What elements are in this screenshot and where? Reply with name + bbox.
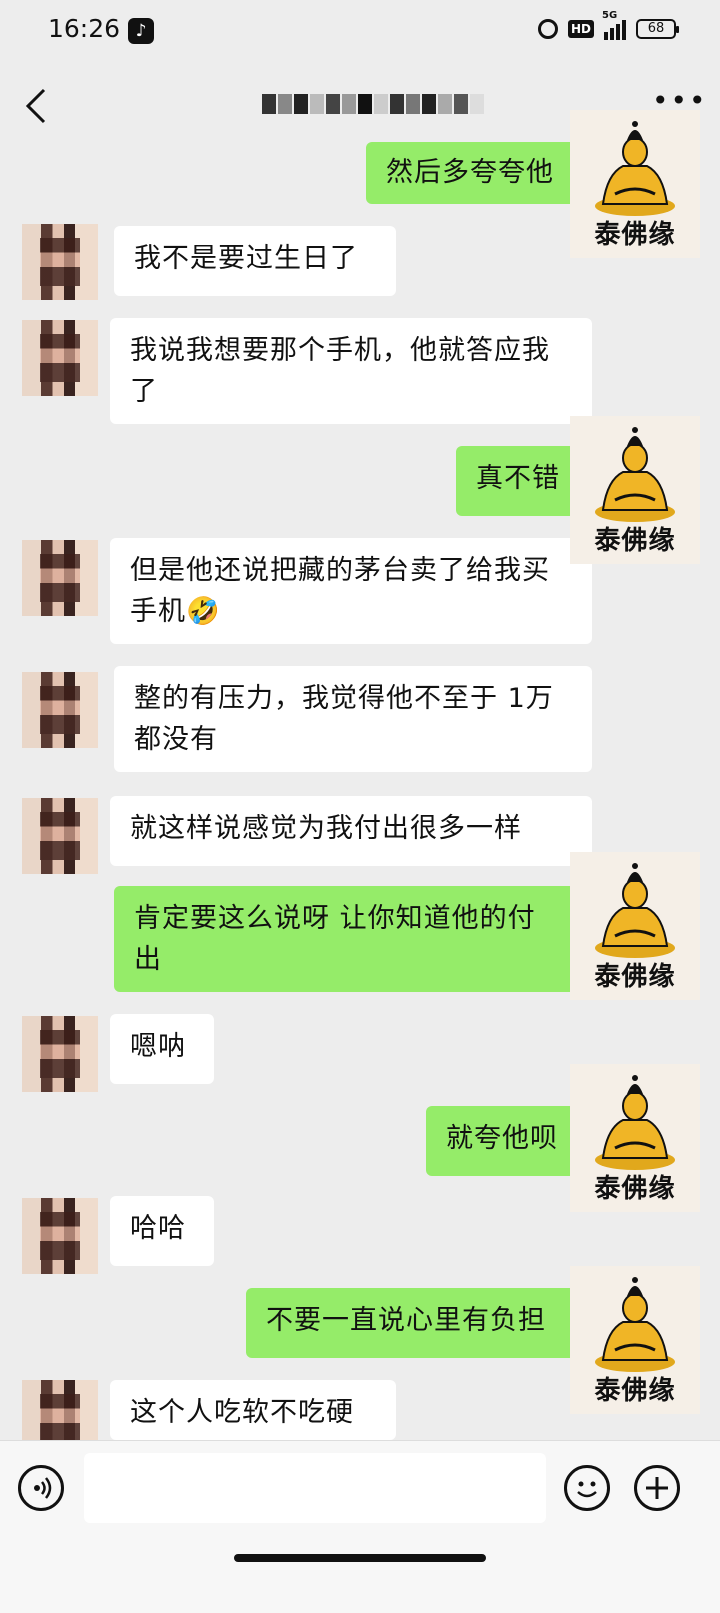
message-bubble-in[interactable]: 但是他还说把藏的茅台卖了给我买手机🤣: [110, 538, 592, 644]
message-bubble-out[interactable]: 就夸他呗: [426, 1106, 580, 1176]
message-bubble-out[interactable]: 肯定要这么说呀 让你知道他的付出: [114, 886, 580, 992]
message-bubble-in[interactable]: 整的有压力，我觉得他不至于 1万都没有: [114, 666, 592, 772]
avatar[interactable]: [22, 224, 98, 300]
avatar[interactable]: [22, 1016, 98, 1092]
buddha-icon: [595, 121, 675, 216]
buddha-icon: [595, 1277, 675, 1372]
watermark-logo: 泰佛缘: [570, 1266, 700, 1414]
plus-button[interactable]: [634, 1465, 680, 1511]
watermark-text: 泰佛缘: [594, 526, 676, 556]
buddha-icon: [595, 1075, 675, 1170]
voice-button[interactable]: [18, 1465, 64, 1511]
emoji-button[interactable]: [564, 1465, 610, 1511]
alarm-icon: [537, 19, 558, 39]
message-bubble-out[interactable]: 然后多夸夸他: [366, 142, 580, 204]
message-bubble-out[interactable]: 不要一直说心里有负担: [246, 1288, 580, 1358]
message-bubble-out[interactable]: 真不错: [456, 446, 580, 516]
avatar[interactable]: [22, 798, 98, 874]
watermark-logo: 泰佛缘: [570, 110, 700, 258]
message-bubble-in[interactable]: 这个人吃软不吃硬: [110, 1380, 396, 1440]
buddha-icon: [595, 427, 675, 522]
buddha-icon: [595, 863, 675, 958]
home-indicator[interactable]: [234, 1554, 486, 1562]
message-bubble-in[interactable]: 我说我想要那个手机，他就答应我了: [110, 318, 592, 424]
avatar[interactable]: [22, 672, 98, 748]
watermark-text: 泰佛缘: [594, 220, 676, 250]
watermark-logo: 泰佛缘: [570, 1064, 700, 1212]
watermark-text: 泰佛缘: [594, 962, 676, 992]
battery-icon: 68: [636, 19, 679, 39]
voice-icon: [34, 1477, 52, 1499]
avatar[interactable]: [22, 320, 98, 396]
status-time: 16:26: [48, 14, 121, 43]
message-bubble-in[interactable]: 哈哈: [110, 1196, 214, 1266]
signal-icon: 5G: [602, 10, 626, 40]
message-bubble-in[interactable]: 我不是要过生日了: [114, 226, 396, 296]
emoji-icon: [577, 1481, 597, 1498]
plus-icon: [646, 1477, 668, 1499]
avatar[interactable]: [22, 1380, 98, 1442]
avatar[interactable]: [22, 540, 98, 616]
watermark-logo: 泰佛缘: [570, 416, 700, 564]
chevron-left-icon: [25, 88, 46, 124]
avatar[interactable]: [22, 1198, 98, 1274]
network-type: 5G: [602, 10, 618, 21]
back-button[interactable]: [24, 86, 48, 126]
chat-title-obscured: [262, 94, 484, 114]
watermark-text: 泰佛缘: [594, 1174, 676, 1204]
watermark-logo: 泰佛缘: [570, 852, 700, 1000]
system-icons: HD 5G 68: [537, 10, 679, 40]
watermark-text: 泰佛缘: [594, 1376, 676, 1406]
tiktok-icon: ♪: [128, 18, 154, 44]
message-bubble-in[interactable]: 嗯呐: [110, 1014, 214, 1084]
hd-badge: HD: [567, 20, 594, 38]
message-bubble-in[interactable]: 就这样说感觉为我付出很多一样: [110, 796, 592, 866]
message-input[interactable]: [84, 1453, 546, 1523]
input-bar: [0, 1440, 720, 1613]
status-bar: 16:26 ♪ HD 5G 68: [0, 0, 720, 64]
